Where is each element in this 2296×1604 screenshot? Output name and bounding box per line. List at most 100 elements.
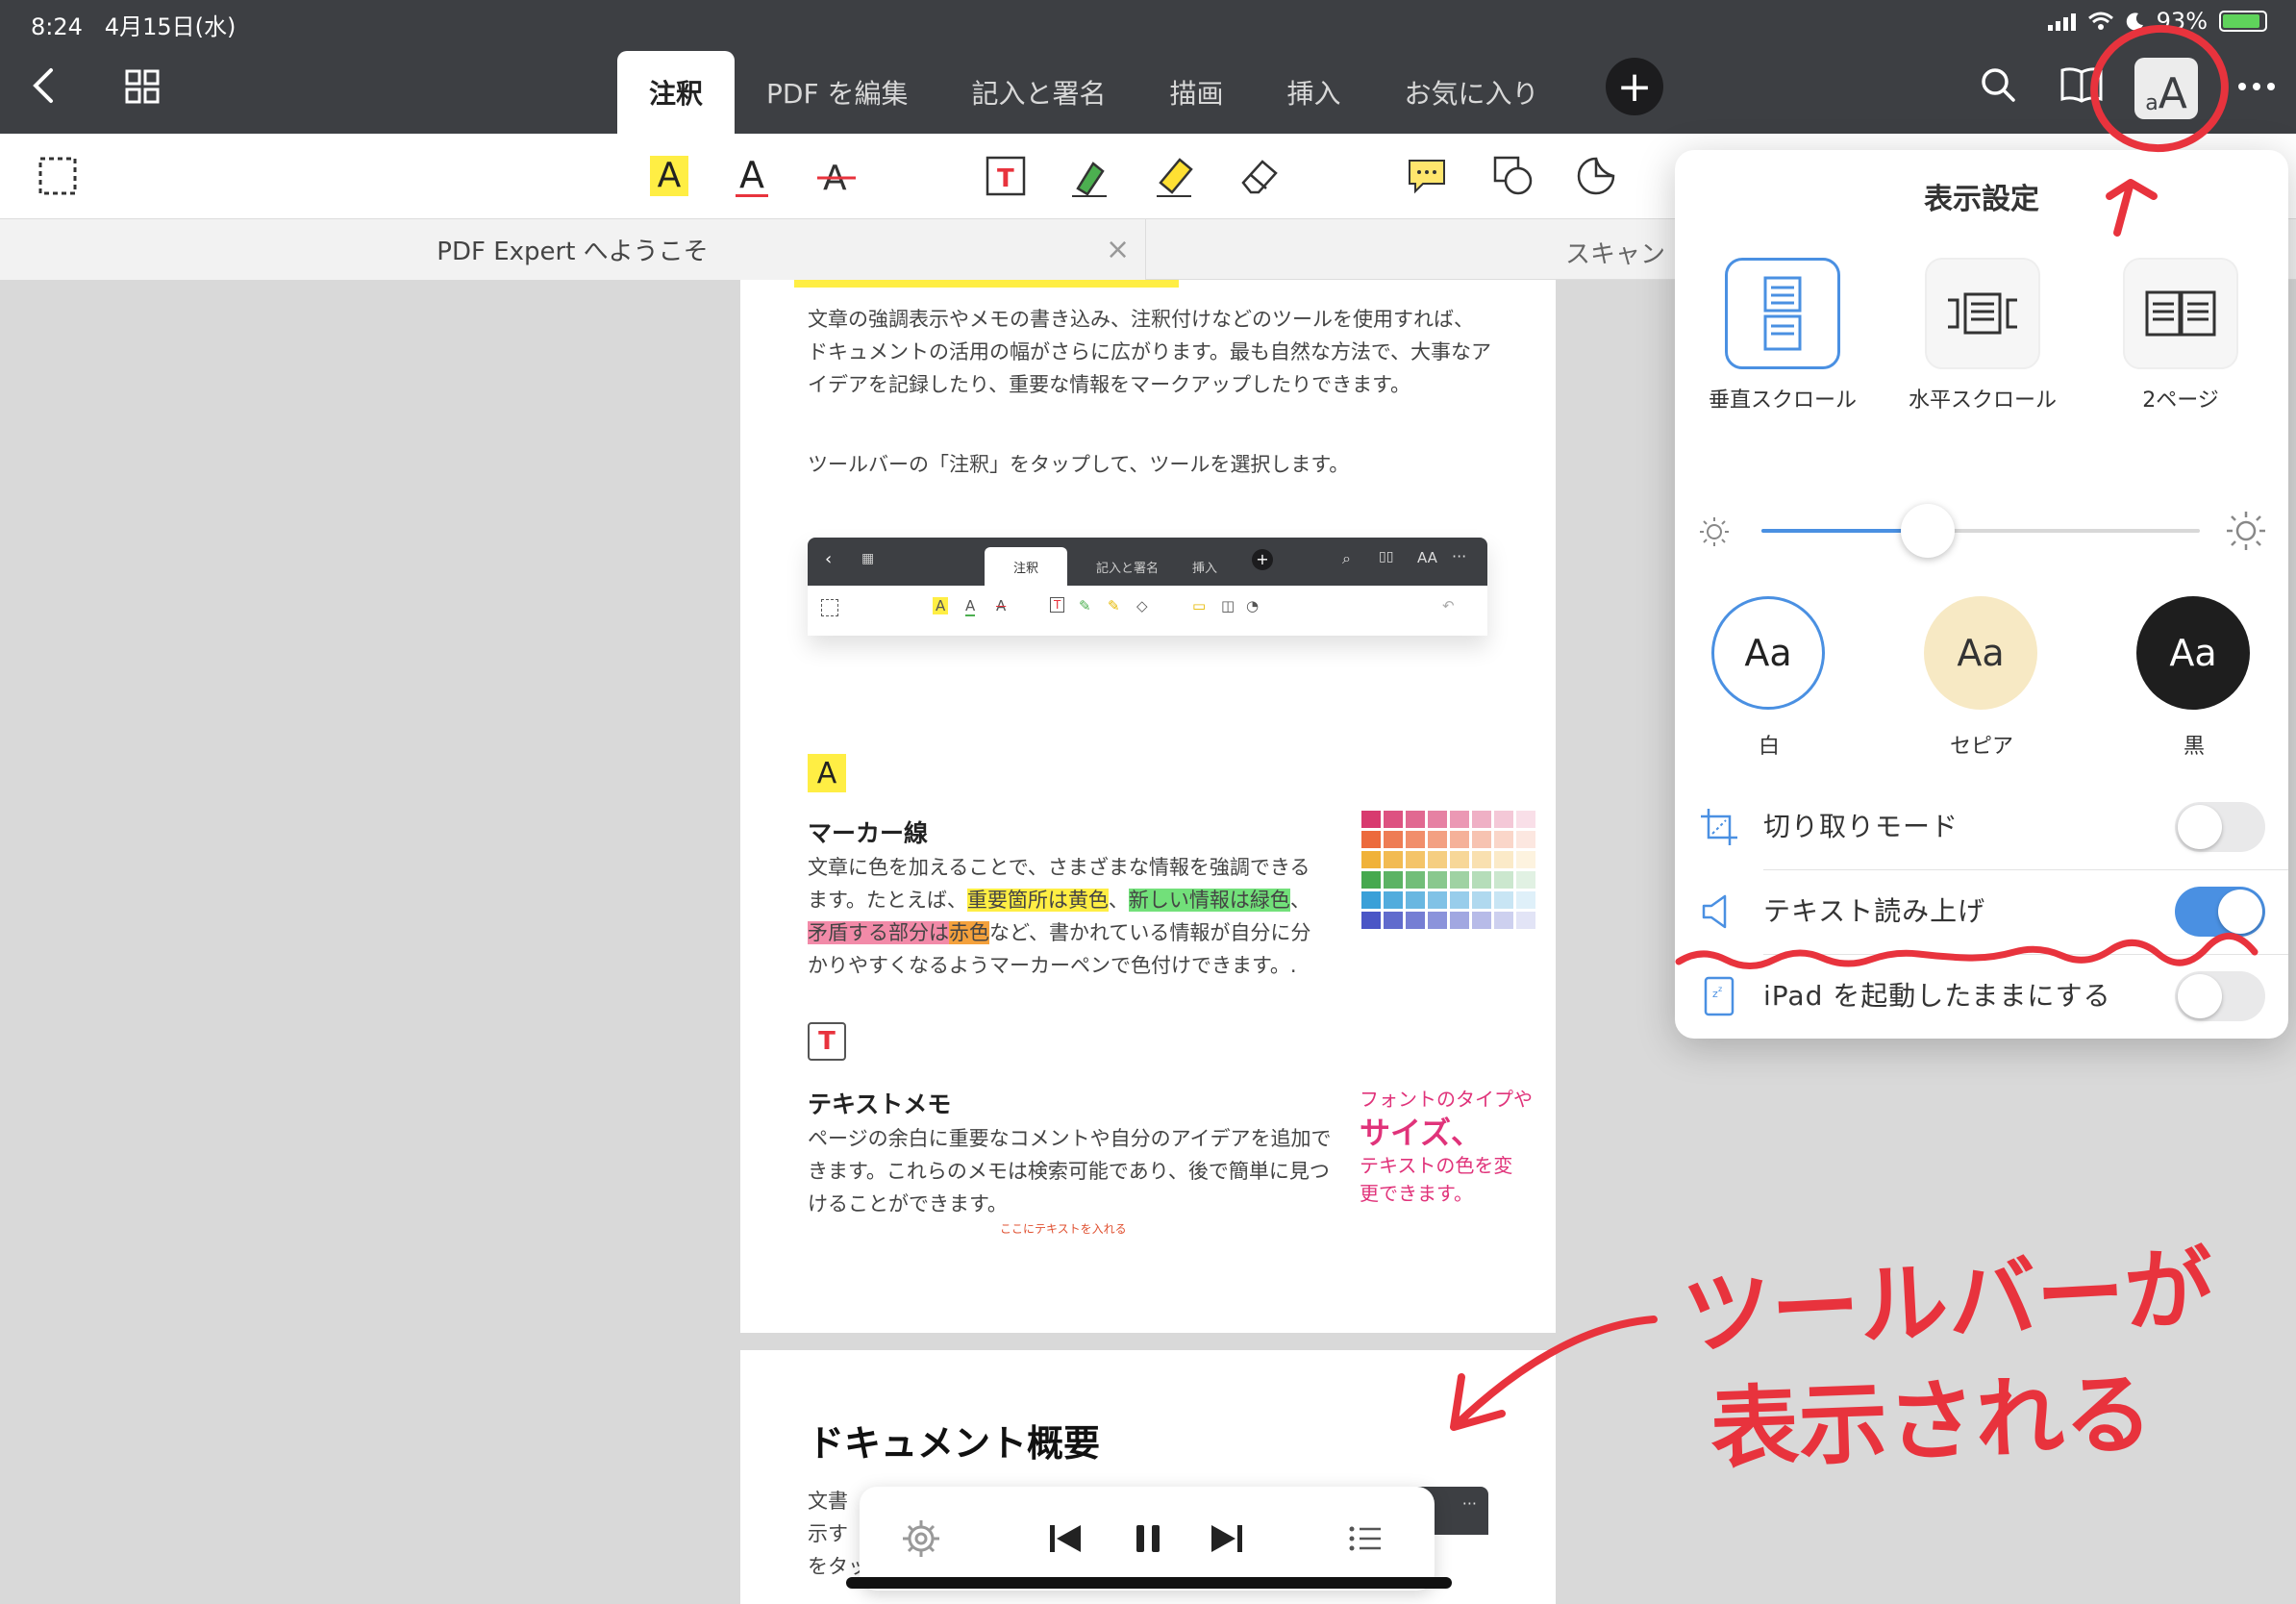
comment-tool[interactable]	[1398, 147, 1456, 205]
color-swatch	[1361, 871, 1381, 889]
document-overview-title: ドキュメント概要	[808, 1422, 1101, 1465]
underline-text-icon: A	[736, 156, 768, 197]
pause-icon	[1136, 1525, 1160, 1552]
marker-tool[interactable]	[1146, 147, 1204, 205]
top-navigation-bar: 8:24 4月15日(水) 93% 注釈 PDF を編集 記入と署名 描画 挿入…	[0, 0, 2296, 134]
text-box-tool[interactable]: T	[977, 147, 1035, 205]
playlist-button[interactable]	[1340, 1514, 1390, 1564]
color-swatch	[1361, 912, 1381, 929]
back-button[interactable]	[19, 62, 67, 110]
grid-icon	[125, 69, 160, 104]
theme-white[interactable]: Aa 白	[1711, 596, 1827, 760]
tab-insert[interactable]: 挿入	[1256, 51, 1373, 134]
crop-mode-toggle[interactable]	[2175, 802, 2265, 852]
list-icon	[1349, 1526, 1381, 1551]
add-tool-button[interactable]: +	[1606, 58, 1663, 115]
tab-favorites[interactable]: お気に入り	[1373, 51, 1571, 134]
theme-white-label: 白	[1758, 735, 1780, 759]
tab-draw[interactable]: 描画	[1137, 51, 1255, 134]
text-to-speech-toggle[interactable]	[2175, 887, 2265, 937]
keep-awake-toggle[interactable]	[2175, 971, 2265, 1021]
highlighter-icon	[1157, 158, 1193, 197]
keep-awake-label: iPad を起動したままにする	[1763, 980, 2111, 1012]
pause-button[interactable]	[1123, 1514, 1173, 1564]
color-swatch	[1384, 912, 1403, 929]
speaker-icon	[1698, 890, 1740, 933]
close-tab-icon[interactable]: ×	[1106, 233, 1130, 266]
textnote-paragraph: ページの余白に重要なコメントや自分のアイデアを追加で きます。これらのメモは検索…	[808, 1122, 1332, 1220]
search-button[interactable]	[1977, 63, 2019, 106]
text-size-icon: a	[2145, 91, 2159, 115]
grid-view-button[interactable]	[119, 63, 165, 110]
mini-shapes-icon: ◫	[1221, 597, 1235, 614]
marker-section-icon: A	[808, 754, 846, 792]
highlight-tool[interactable]: A	[640, 147, 698, 205]
crop-mode-label: 切り取りモード	[1763, 811, 1959, 842]
color-swatch	[1472, 811, 1491, 828]
color-swatch	[1361, 851, 1381, 868]
stamp-tool[interactable]	[1567, 147, 1625, 205]
theme-sepia[interactable]: Aa セピア	[1924, 596, 2039, 760]
annotation-text-line-1: ツールバーが	[1681, 1237, 2216, 1367]
color-swatch	[1406, 851, 1425, 868]
battery-percent: 93%	[2156, 8, 2208, 35]
color-swatch	[1516, 811, 1535, 828]
mini-marker-icon: ✎	[1108, 597, 1120, 614]
mini-textbox-icon: T	[1050, 597, 1065, 613]
yellow-highlight-text: 重要箇所は黄色	[966, 889, 1109, 912]
comment-icon	[1409, 160, 1445, 194]
tab-fill-sign[interactable]: 記入と署名	[939, 51, 1137, 134]
vertical-scroll-option[interactable]: 垂直スクロール	[1709, 258, 1857, 414]
previous-button[interactable]	[1040, 1514, 1090, 1564]
marker-line-1: 文章に色を加えることで、さまざまな情報を強調できる	[808, 856, 1310, 879]
shapes-tool[interactable]	[1485, 147, 1542, 205]
two-page-option[interactable]: 2ページ	[2123, 258, 2238, 414]
brightness-slider[interactable]	[1761, 504, 2200, 558]
underline-tool[interactable]: A	[723, 147, 781, 205]
brightness-slider-knob[interactable]	[1901, 504, 1956, 558]
wifi-icon	[2087, 12, 2113, 30]
bookmarks-button[interactable]	[2058, 63, 2106, 106]
color-swatch	[1450, 891, 1469, 909]
horizontal-scroll-option[interactable]: 水平スクロール	[1909, 258, 2057, 414]
mini-strike-icon: A	[996, 597, 1007, 614]
mode-tabs: 注釈 PDF を編集 記入と署名 描画 挿入 お気に入り	[617, 51, 1571, 134]
pen-icon	[1072, 162, 1107, 197]
strikethrough-tool[interactable]: A	[808, 147, 865, 205]
intro-paragraph: 文章の強調表示やメモの書き込み、注釈付けなどのツールを使用すれば、 ドキュメント…	[808, 303, 1491, 401]
marker-line-4: かりやすくなるようマーカーペンで色付けできます。.	[808, 954, 1297, 977]
display-settings-button[interactable]: aA	[2134, 58, 2198, 119]
mini-undo-icon: ↶	[1442, 597, 1455, 614]
eraser-tool[interactable]	[1231, 147, 1288, 205]
mini-plus-icon: +	[1252, 549, 1273, 570]
tab-edit-pdf[interactable]: PDF を編集	[735, 51, 939, 134]
top-highlight-mark	[794, 280, 1179, 288]
theme-black-swatch: Aa	[2136, 596, 2250, 710]
theme-black[interactable]: Aa 黒	[2136, 596, 2252, 760]
color-swatch	[1516, 851, 1535, 868]
theme-sepia-label: セピア	[1949, 735, 2013, 759]
font-note-line-1: フォントのタイプや	[1360, 1088, 1533, 1111]
doc-tab-scan[interactable]: スキャン 2	[1565, 235, 1689, 270]
color-swatch	[1450, 871, 1469, 889]
mini-select-icon	[821, 599, 838, 616]
marker-comma-2: 、	[1289, 889, 1310, 912]
color-swatch	[1494, 871, 1513, 889]
more-button[interactable]	[2233, 67, 2281, 106]
color-swatch	[1472, 891, 1491, 909]
theme-sepia-swatch: Aa	[1924, 596, 2037, 710]
color-swatch	[1428, 811, 1447, 828]
color-swatch	[1406, 871, 1425, 889]
select-tool[interactable]	[29, 147, 87, 205]
tab-annotate[interactable]: 注釈	[617, 51, 736, 134]
player-settings-button[interactable]	[896, 1514, 946, 1564]
doc-tab-welcome[interactable]: PDF Expert へようこそ	[0, 219, 1146, 280]
marker-paragraph: 文章に色を加えることで、さまざまな情報を強調できる ます。たとえば、重要箇所は黄…	[808, 851, 1365, 982]
next-button[interactable]	[1202, 1514, 1252, 1564]
color-swatch	[1406, 891, 1425, 909]
mini-tab-fill-sign: 記入と署名	[1096, 561, 1160, 576]
color-swatch	[1428, 912, 1447, 929]
book-icon	[2060, 67, 2103, 103]
mini-back-icon: ‹	[825, 549, 833, 569]
pen-tool[interactable]	[1061, 147, 1119, 205]
